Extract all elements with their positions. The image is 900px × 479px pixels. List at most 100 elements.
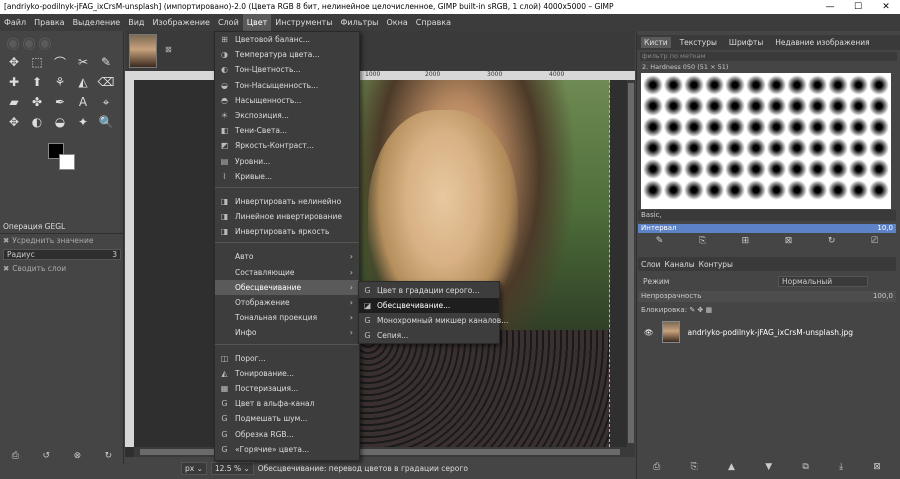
menu-filters[interactable]: Фильтры [337,14,383,31]
color-swatches[interactable] [48,143,78,173]
new-layer-icon[interactable]: ⎙ [653,462,660,476]
close-button[interactable]: ✕ [872,0,900,14]
menu-item-invert-linear[interactable]: ◨ Линейное инвертирование [215,209,359,224]
visibility-eye-icon[interactable]: 👁 [644,328,654,337]
reset-options-icon[interactable]: ↻ [105,451,113,461]
menu-item-shadows-highlights[interactable]: ◧ Тени-Света... [215,123,359,138]
menu-item-saturation[interactable]: ◓ Насыщенность... [215,93,359,108]
brush-tile[interactable] [807,75,828,95]
brush-tile[interactable] [787,159,807,179]
brush-grid[interactable] [641,73,891,209]
menu-edit[interactable]: Правка [30,14,68,31]
image-tab-thumbnail[interactable] [129,34,157,68]
menu-item-color-balance[interactable]: ⊞ Цветовой баланс... [215,32,359,47]
brush-tile[interactable] [745,96,766,116]
clone-icon[interactable]: ✤ [27,93,47,111]
lock-alpha-icon[interactable]: ▦ [706,306,713,314]
brush-tile[interactable] [643,159,663,179]
brush-tile[interactable] [869,138,889,158]
merge-option[interactable]: ✖ Сводить слои [0,262,124,275]
text-icon[interactable]: A [73,93,93,111]
brush-tile[interactable] [828,138,848,158]
brush-tile[interactable] [643,75,663,95]
menu-item-rgb-clip[interactable]: G Обрезка RGB... [215,427,359,442]
measure-icon[interactable]: ⌖ [96,93,116,111]
menu-item-auto[interactable]: Авто › [215,249,359,264]
tab-brushes[interactable]: Кисти [641,37,671,48]
brush-tile[interactable] [684,96,704,116]
menu-item-hue-saturation[interactable]: ◒ Тон-Насыщенность... [215,78,359,93]
zoom-select[interactable]: 12.5 % ⌄ [210,461,254,475]
path-icon[interactable]: ✒ [50,93,70,111]
new-brush-icon[interactable]: ⎘ [699,236,706,250]
submenu-item-sepia[interactable]: G Сепия... [359,328,499,343]
menu-help[interactable]: Справка [412,14,455,31]
brush-tile[interactable] [725,180,745,200]
brush-tile[interactable] [704,96,725,116]
delete-options-icon[interactable]: ⊗ [74,451,82,461]
lasso-icon[interactable]: ⌒ [50,53,70,71]
anchor-layer-icon[interactable]: ⤓ [839,462,843,476]
image-canvas[interactable] [358,80,610,447]
scrollbar-thumb[interactable] [628,83,634,443]
edit-brush-icon[interactable]: ✎ [656,236,664,250]
brush-tile[interactable] [704,75,725,95]
brush-tile[interactable] [725,75,745,95]
layer-name[interactable]: andriyko-podilnyk-jFAG_ixCrsM-unsplash.j… [688,328,853,337]
brush-tile[interactable] [787,138,807,158]
brush-tile[interactable] [704,117,725,137]
tab-fonts[interactable]: Шрифты [726,37,766,48]
tab-patterns[interactable]: Текстуры [677,37,720,48]
brush-tile[interactable] [807,96,828,116]
brush-tile[interactable] [828,96,848,116]
smooth-option[interactable]: ✖ Усреднить значение [0,234,124,247]
menu-item-threshold[interactable]: ◫ Порог... [215,351,359,366]
brush-filter-input[interactable]: фильтр по меткам [640,52,897,61]
menu-item-dither[interactable]: G Подмешать шум... [215,411,359,426]
menu-tools[interactable]: Инструменты [271,14,336,31]
brush-tile[interactable] [787,75,807,95]
brush-tile[interactable] [848,159,869,179]
close-tab-icon[interactable]: ⊠ [165,45,172,54]
brush-tile[interactable] [663,117,684,137]
interval-slider[interactable]: Интервал 10,0 [638,224,896,233]
brush-tile[interactable] [766,180,787,200]
menu-item-info[interactable]: Инфо › [215,325,359,340]
menu-item-hot[interactable]: G «Горячие» цвета... [215,442,359,457]
brush-tile[interactable] [807,180,828,200]
brush-tile[interactable] [643,180,663,200]
brush-tile[interactable] [684,180,704,200]
menu-item-hue-chroma[interactable]: ◐ Тон-Цветность... [215,62,359,77]
save-options-icon[interactable]: ⎙ [12,451,19,461]
brush-tile[interactable] [787,96,807,116]
menu-item-colorize[interactable]: ◭ Тонирование... [215,366,359,381]
tab-channels[interactable]: Каналы [665,260,695,269]
duplicate-brush-icon[interactable]: ⊞ [742,236,750,250]
menu-image[interactable]: Изображение [148,14,214,31]
brush-tile[interactable] [684,138,704,158]
brush-tile[interactable] [643,117,663,137]
brush-tile[interactable] [828,75,848,95]
brush-tile[interactable] [807,117,828,137]
brush-tile[interactable] [725,96,745,116]
submenu-item-mono-mixer[interactable]: G Монохромный микшер каналов... [359,313,508,328]
brush-tile[interactable] [869,117,889,137]
scrollbar-thumb[interactable] [140,449,620,455]
brush-tile[interactable] [643,138,663,158]
tab-paths[interactable]: Контуры [699,260,733,269]
vertical-scrollbar[interactable] [627,80,635,447]
lower-layer-icon[interactable]: ▼ [765,462,772,476]
menu-file[interactable]: Файл [0,14,30,31]
brush-tile[interactable] [848,138,869,158]
align-icon[interactable]: ✥ [4,113,24,131]
brush-tile[interactable] [663,96,684,116]
duplicate-layer-icon[interactable]: ⧉ [802,462,808,476]
menu-item-invert-nonlinear[interactable]: ◨ Инвертировать нелинейно [215,194,359,209]
lock-position-icon[interactable]: ✥ [697,306,703,314]
menu-color[interactable]: Цвет [242,14,272,31]
menu-layer[interactable]: Слой [214,14,243,31]
menu-select[interactable]: Выделение [69,14,125,31]
brush-tile[interactable] [828,180,848,200]
brush-tile[interactable] [745,75,766,95]
brush-tile[interactable] [704,159,725,179]
